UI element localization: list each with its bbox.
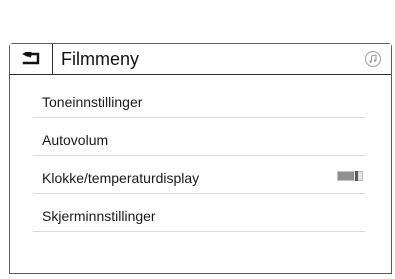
menu-item-toneinnstillinger[interactable]: Toneinnstillinger [33,90,365,118]
back-button[interactable] [10,44,53,74]
menu-item-label: Toneinnstillinger [42,94,143,110]
page-title: Filmmeny [61,49,140,69]
toggle-knob [355,171,358,181]
header-bar: Filmmeny [10,44,391,75]
clock-temperature-toggle[interactable] [337,171,363,181]
menu-item-label: Klokke/temperaturdisplay [42,170,200,186]
menu-item-autovolum[interactable]: Autovolum [33,128,365,156]
music-button[interactable] [365,51,381,67]
toggle-fill [338,172,354,180]
back-arrow-icon [22,52,40,65]
music-note-icon [369,54,377,63]
menu-screen: Filmmeny Toneinnstillinger Autovolum Klo… [9,43,392,274]
menu-item-label: Autovolum [42,132,109,148]
menu-item-label: Skjerminnstillinger [42,208,156,224]
menu-item-skjerminnstillinger[interactable]: Skjerminnstillinger [33,204,365,232]
menu-item-klokke-temperaturdisplay[interactable]: Klokke/temperaturdisplay [33,166,365,194]
